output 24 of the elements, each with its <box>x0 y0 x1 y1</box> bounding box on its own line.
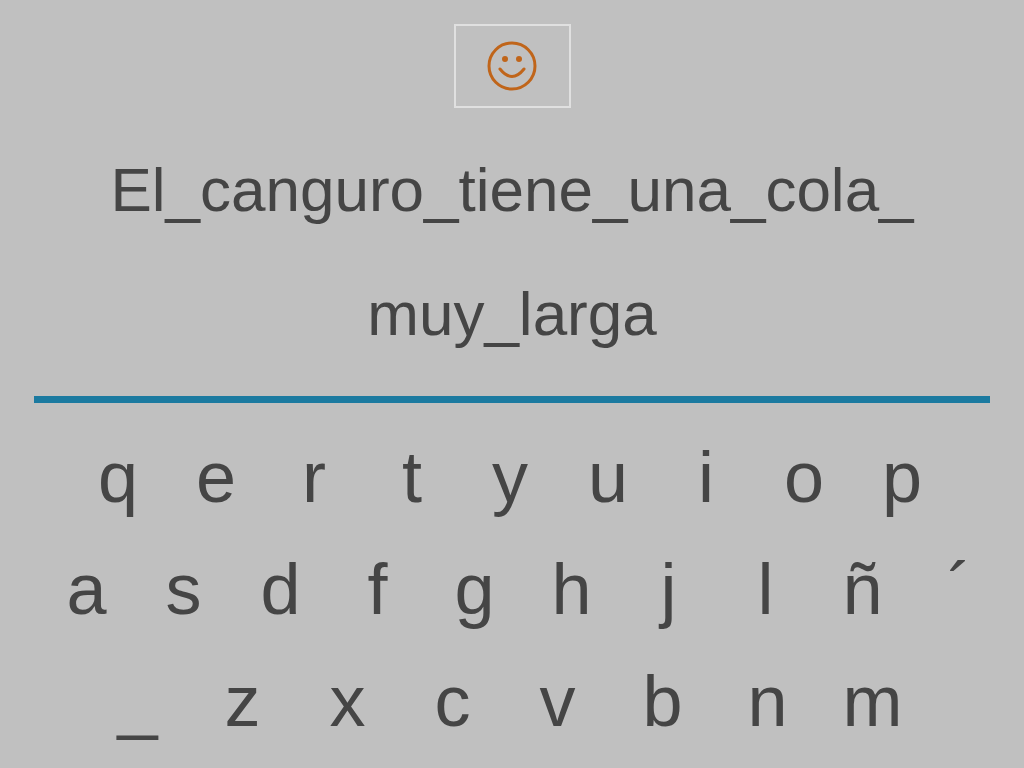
letter-key[interactable]: t <box>363 441 461 513</box>
sentence-line: muy_larga <box>367 278 657 350</box>
letter-key[interactable]: u <box>559 441 657 513</box>
letter-key[interactable]: i <box>657 441 755 513</box>
letter-key[interactable]: d <box>232 553 329 625</box>
letter-key[interactable]: b <box>610 665 715 737</box>
letter-key[interactable]: r <box>265 441 363 513</box>
letter-key[interactable]: o <box>755 441 853 513</box>
letter-key[interactable]: h <box>523 553 620 625</box>
letter-key[interactable]: l <box>717 553 814 625</box>
letter-key[interactable]: f <box>329 553 426 625</box>
letter-key[interactable]: e <box>167 441 265 513</box>
letter-key[interactable]: v <box>505 665 610 737</box>
letter-key[interactable]: ´ <box>911 553 1008 625</box>
sentence-line: El_canguro_tiene_una_cola_ <box>110 154 914 226</box>
letter-key[interactable]: x <box>295 665 400 737</box>
letter-key[interactable]: n <box>715 665 820 737</box>
letter-key[interactable]: z <box>190 665 295 737</box>
smiley-icon <box>486 40 538 92</box>
letter-key[interactable]: ñ <box>814 553 911 625</box>
letter-key[interactable]: c <box>400 665 505 737</box>
letter-key[interactable]: s <box>135 553 232 625</box>
letter-key[interactable]: a <box>38 553 135 625</box>
letter-key[interactable]: m <box>820 665 925 737</box>
